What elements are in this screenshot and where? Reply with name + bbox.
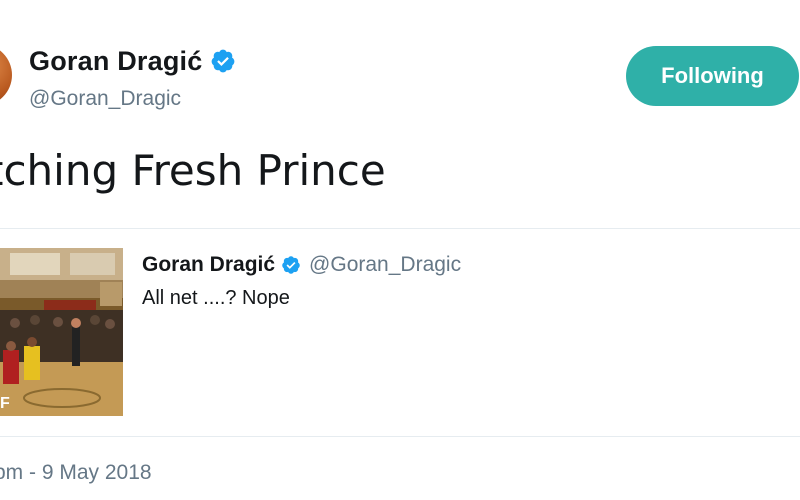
quoted-author-row: Goran Dragić @Goran_Dragic bbox=[142, 252, 461, 278]
divider bbox=[0, 228, 800, 229]
quoted-media-thumbnail[interactable]: F bbox=[0, 248, 123, 416]
avatar[interactable] bbox=[0, 44, 12, 106]
author-name-row: Goran Dragić bbox=[29, 44, 236, 78]
author-display-name[interactable]: Goran Dragić bbox=[29, 46, 202, 77]
tweet-timestamp[interactable]: pm - 9 May 2018 bbox=[0, 461, 152, 485]
verified-badge-icon bbox=[212, 49, 235, 73]
verified-badge-icon bbox=[282, 256, 300, 274]
tweet-card: Goran Dragić @Goran_Dragic Following tch… bbox=[0, 0, 800, 500]
basketball-gif-image: F bbox=[0, 248, 123, 416]
tweet-text: tching Fresh Prince bbox=[0, 146, 386, 195]
following-button[interactable]: Following bbox=[626, 46, 799, 106]
quoted-author-handle[interactable]: @Goran_Dragic bbox=[309, 253, 461, 277]
divider bbox=[0, 436, 800, 437]
quoted-author-name[interactable]: Goran Dragić bbox=[142, 253, 275, 277]
quoted-tweet-text: All net ....? Nope bbox=[142, 287, 290, 309]
svg-text:F: F bbox=[0, 395, 10, 412]
author-handle[interactable]: @Goran_Dragic bbox=[29, 87, 181, 111]
